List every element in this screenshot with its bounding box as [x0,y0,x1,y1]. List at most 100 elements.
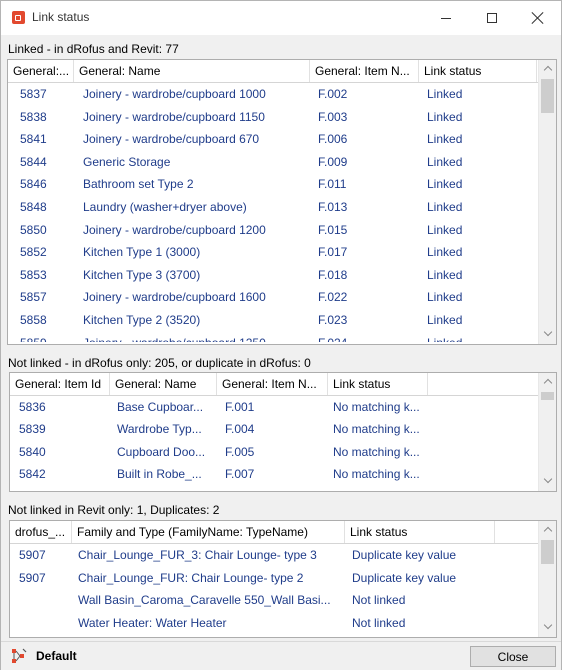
table-row[interactable]: 5850 Joinery - wardrobe/cupboard 1200 F.01… [8,219,538,241]
table-cell: F.018 [318,267,348,282]
column-header[interactable]: Family and Type (FamilyName: TypeName) [72,521,345,543]
table-cell: Duplicate key value [352,570,457,585]
scroll-down-icon[interactable] [539,325,556,342]
table-row[interactable]: Water Heater: Water Heater Not linked [10,612,538,634]
column-header[interactable]: Link status [419,60,537,82]
table-cell: Linked [427,87,463,101]
table-cell: F.024 [318,332,423,342]
grid-header: General:... General: Name General: Item N.… [8,60,556,83]
grid-body: 5907 Chair_Lounge_FUR_3: Chair Lounge- ty… [10,544,538,635]
table-cell: F.001 [225,400,255,414]
table-cell: Not linked [352,593,406,608]
table-cell: No matching k... [333,400,420,414]
minimize-button[interactable] [423,1,469,35]
table-cell: No matching k... [333,467,420,482]
table-cell: Built in Robe_... [117,467,202,482]
table-cell: 5853 [20,267,47,282]
scroll-thumb[interactable] [541,392,554,400]
column-header[interactable]: General: Item Id [10,373,110,395]
table-cell: 5848 [20,200,47,214]
table-cell: F.015 [318,222,348,237]
table-row[interactable]: 5836 Base Cupboar... F.001 No matching k... [10,396,538,418]
table-row[interactable]: 5844 Generic Storage F.009 Linked [8,151,538,173]
scroll-down-icon[interactable] [539,618,556,635]
scroll-thumb[interactable] [541,540,554,564]
vertical-scrollbar[interactable] [538,521,556,637]
scroll-down-icon[interactable] [539,472,556,489]
maximize-button[interactable] [469,1,515,35]
column-header[interactable]: General: Item N... [217,373,328,395]
table-row[interactable]: 5907 Chair_Lounge_FUR_3: Chair Lounge- ty… [10,544,538,566]
table-cell: Linked [427,222,463,237]
table-row[interactable]: 5837 Joinery - wardrobe/cupboard 1000 F.00… [8,83,538,105]
grid-body: 5836 Base Cupboar... F.001 No matching k...… [10,396,538,489]
table-row[interactable]: Wall Basin_Caroma_Caravelle 550_Wall Bas… [10,589,538,611]
column-header[interactable]: drofus_... [10,521,72,543]
table-cell: Linked [427,177,463,192]
table-cell: Linked [427,332,527,342]
footer-bar: Default Close [1,641,561,670]
column-header[interactable]: Link status [328,373,428,395]
table-row[interactable]: 5839 Wardrobe Typ... F.004 No matching k... [10,418,538,440]
table-row[interactable]: 5848 Laundry (washer+dryer above) F.013 Lin… [8,196,538,218]
table-cell: 5850 [20,222,47,237]
linked-grid[interactable]: General:... General: Name General: Item N.… [7,59,557,345]
app-icon [12,11,25,24]
default-label[interactable]: Default [36,649,77,663]
table-cell: 5838 [20,109,47,124]
table-row[interactable]: 5846 Bathroom set Type 2 F.011 Linked [8,173,538,195]
table-cell: Linked [427,267,463,282]
default-settings-icon[interactable] [11,648,27,664]
table-cell: Bathroom set Type 2 [83,177,194,192]
table-row[interactable]: 5853 Kitchen Type 3 (3700) F.018 Linked [8,264,538,286]
table-cell: 5857 [20,290,47,305]
table-cell: F.002 [318,87,348,101]
column-header[interactable]: General: Name [110,373,217,395]
table-row[interactable]: 5838 Joinery - wardrobe/cupboard 1150 F.00… [8,106,538,128]
table-row[interactable]: 5857 Joinery - wardrobe/cupboard 1600 F.02… [8,286,538,308]
table-cell: Wall Basin_Caroma_Caravelle 550_Wall Bas… [78,593,331,608]
table-cell: Kitchen Type 1 (3000) [83,245,201,260]
grid-body: 5837 Joinery - wardrobe/cupboard 1000 F.00… [8,83,538,342]
table-row[interactable]: 5841 Joinery - wardrobe/cupboard 670 F.006… [8,128,538,150]
table-cell: 5846 [20,177,47,192]
table-row[interactable]: 5842 Built in Robe_... F.007 No matching k.… [10,463,538,485]
vertical-scrollbar[interactable] [538,373,556,491]
close-button[interactable]: Close [470,646,556,667]
table-cell [19,612,69,634]
column-header[interactable]: General: Item N... [310,60,419,82]
table-cell: Joinery - wardrobe/cupboard 1000 [83,87,266,101]
not-linked-drofus-section-label: Not linked - in dRofus only: 205, or dup… [8,356,311,370]
table-row[interactable]: 5907 Chair_Lounge_FUR: Chair Lounge- type… [10,567,538,589]
table-row[interactable]: 5858 Kitchen Type 2 (3520) F.023 Linked [8,309,538,331]
column-header[interactable]: Link status [345,521,495,543]
table-cell: Joinery - wardrobe/cupboard 1200 [83,222,266,237]
table-row[interactable]: 5840 Cupboard Doo... F.005 No matching k... [10,441,538,463]
table-cell: F.013 [318,200,348,214]
table-cell: F.022 [318,290,348,305]
not-linked-revit-grid[interactable]: drofus_... Family and Type (FamilyName: T… [9,520,557,638]
table-cell: F.009 [318,154,348,169]
table-cell: Base Cupboar... [117,400,204,414]
table-cell: Chair_Lounge_FUR_3: Chair Lounge- type 3 [78,548,317,562]
window-close-button[interactable] [515,1,561,35]
column-header[interactable]: General:... [8,60,74,82]
scroll-up-icon[interactable] [539,521,556,538]
table-cell: Linked [427,290,463,305]
grid-header: drofus_... Family and Type (FamilyName: T… [10,521,556,544]
table-cell: Linked [427,109,463,124]
table-cell: Joinery - wardrobe/cupboard 670 [83,132,260,147]
table-row[interactable]: 5852 Kitchen Type 1 (3000) F.017 Linked [8,241,538,263]
table-cell: Linked [427,154,463,169]
scroll-up-icon[interactable] [539,60,556,77]
minimize-icon [441,17,451,19]
table-cell: 5907 [19,548,46,562]
table-row[interactable]: 5859 Joinery - wardrobe/cupboard 1250 F.02… [8,332,538,342]
table-cell: Chair_Lounge_FUR: Chair Lounge- type 2 [78,570,304,585]
column-header[interactable]: General: Name [74,60,310,82]
vertical-scrollbar[interactable] [538,60,556,344]
not-linked-drofus-grid[interactable]: General: Item Id General: Name General: It… [9,372,557,492]
table-cell: F.011 [318,177,347,192]
scroll-up-icon[interactable] [539,373,556,390]
scroll-thumb[interactable] [541,79,554,113]
